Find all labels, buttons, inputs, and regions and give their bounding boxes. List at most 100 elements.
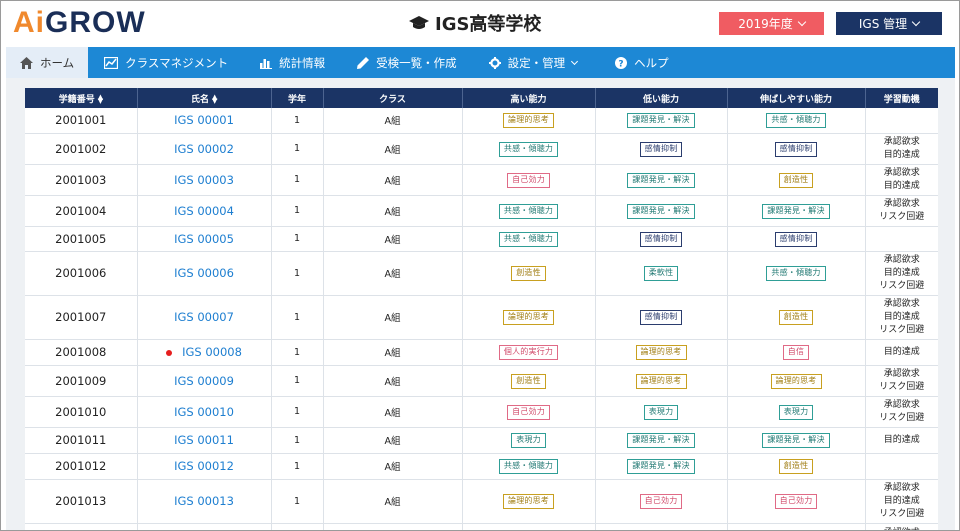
ability-high-cell: 論理的思考 [462, 295, 596, 340]
motive-cell: 承認欲求 目的達成 リスク回避 [865, 479, 938, 524]
student-name-cell[interactable]: IGS 00010 [137, 396, 272, 428]
nav-exam-list[interactable]: 受検一覧・作成 [339, 47, 471, 78]
nav-settings-label: 設定・管理 [507, 55, 566, 70]
table-row[interactable]: 2001004 IGS 00004 1 A組 共感・傾聴力 課題発見・解決 課題発見・解決 承… [25, 195, 938, 227]
ability-badge: 共感・傾聴力 [498, 231, 559, 247]
student-name-link[interactable]: IGS 00004 [174, 204, 234, 218]
table-row[interactable]: 2001003 IGS 00003 1 A組 自己効力 課題発見・解決 創造性 承認欲求 目的… [25, 164, 938, 196]
ability-grow-cell: 自己効力 [727, 479, 866, 524]
school-title: IGS高等学校 [409, 11, 541, 35]
grade-cell: 1 [271, 427, 324, 454]
nav-home[interactable]: ホーム [6, 47, 89, 78]
col-header-high: 高い能力 [462, 88, 596, 108]
nav-settings[interactable]: 設定・管理 [471, 47, 592, 78]
admin-menu-button[interactable]: IGS 管理 [836, 12, 942, 35]
graduation-cap-icon [409, 16, 429, 29]
student-name-cell[interactable]: IGS 00012 [137, 453, 272, 480]
student-id-cell: 2001006 [25, 251, 138, 296]
table-row[interactable]: 2001010 IGS 00010 1 A組 自己効力 表現力 表現力 承認欲求 リスク回避 [25, 396, 938, 428]
table-row[interactable]: 2001002 IGS 00002 1 A組 共感・傾聴力 感情抑制 感情抑制 承認欲求 目的… [25, 133, 938, 165]
app-logo[interactable]: Ai GROW [13, 6, 146, 39]
ability-grow-cell: 課題発見・解決 [727, 195, 866, 227]
year-select-button[interactable]: 2019年度 [719, 12, 824, 35]
student-name-link[interactable]: IGS 00009 [174, 374, 234, 388]
student-id-cell: 2001012 [25, 453, 138, 480]
col-header-grade: 学年 [271, 88, 324, 108]
table-row[interactable]: 2001012 IGS 00012 1 A組 共感・傾聴力 課題発見・解決 創造性 [25, 453, 938, 480]
main-content: 学籍番号 ▲ ▼ 氏名 ▲ ▼ 学年 クラス 高い能力 低い能力 伸ばしやすい能力 学習… [6, 78, 955, 530]
ability-badge: 表現力 [643, 404, 679, 420]
table-row[interactable]: 2001001 IGS 00001 1 A組 論理的思考 課題発見・解決 共感・傾聴力 [25, 108, 938, 134]
student-id-cell: 2001004 [25, 195, 138, 227]
student-name-cell[interactable] [137, 523, 272, 530]
nav-help-label: ヘルプ [634, 55, 669, 70]
ability-high-cell: 論理的思考 [462, 479, 596, 524]
student-id-cell: 2001001 [25, 108, 138, 134]
student-name-link[interactable]: IGS 00007 [174, 310, 234, 324]
student-name-link[interactable]: IGS 00011 [174, 433, 234, 447]
table-row[interactable]: 2001013 IGS 00013 1 A組 論理的思考 自己効力 自己効力 承認欲求 目的達… [25, 479, 938, 524]
nav-statistics[interactable]: 統計情報 [242, 47, 339, 78]
table-row[interactable]: 2001007 IGS 00007 1 A組 論理的思考 感情抑制 創造性 承認欲求 目的達成… [25, 295, 938, 340]
student-name-link[interactable]: IGS 00002 [174, 142, 234, 156]
table-row[interactable]: 2001008 IGS 00008 1 A組 個人的実行力 論理的思考 自信 目的達成 [25, 339, 938, 366]
student-name-cell[interactable]: IGS 00007 [137, 295, 272, 340]
class-cell: A組 [323, 396, 463, 428]
student-name-cell[interactable]: IGS 00006 [137, 251, 272, 296]
nav-help[interactable]: ? ヘルプ [591, 47, 683, 78]
table-row[interactable]: 承認欲求 [25, 523, 938, 530]
student-name-cell[interactable]: IGS 00005 [137, 226, 272, 252]
student-id-cell: 2001002 [25, 133, 138, 165]
student-name-cell[interactable]: IGS 00009 [137, 365, 272, 397]
gear-icon [488, 56, 501, 69]
table-row[interactable]: 2001009 IGS 00009 1 A組 創造性 論理的思考 論理的思考 承認欲求 リスク… [25, 365, 938, 397]
grade-cell: 1 [271, 396, 324, 428]
student-name-link[interactable]: IGS 00012 [174, 459, 234, 473]
nav-class-management[interactable]: クラスマネジメント [88, 47, 242, 78]
ability-badge: 課題発見・解決 [627, 172, 695, 188]
class-cell: A組 [323, 108, 463, 134]
student-name-link[interactable]: IGS 00010 [174, 405, 234, 419]
class-cell: A組 [323, 453, 463, 480]
motive-cell: 承認欲求 リスク回避 [865, 365, 938, 397]
ability-badge: 創造性 [511, 266, 546, 281]
student-name-cell[interactable]: IGS 00002 [137, 133, 272, 165]
student-name-link[interactable]: IGS 00001 [174, 113, 234, 127]
ability-badge: 自己効力 [507, 172, 550, 188]
nav-class-management-label: クラスマネジメント [125, 55, 229, 70]
motive-text: 承認欲求 目的達成 リスク回避 [879, 298, 925, 335]
student-name-cell[interactable]: IGS 00008 [137, 339, 272, 366]
chevron-down-icon [911, 17, 921, 27]
student-name-cell[interactable]: IGS 00013 [137, 479, 272, 524]
table-row[interactable]: 2001006 IGS 00006 1 A組 創造性 柔軟性 共感・傾聴力 承認欲求 目的達成… [25, 251, 938, 296]
student-name-link[interactable]: IGS 00008 [182, 345, 242, 359]
student-name-link[interactable]: IGS 00013 [174, 494, 234, 508]
ability-badge: 論理的思考 [770, 373, 822, 389]
student-name-cell[interactable]: IGS 00011 [137, 427, 272, 454]
ability-low-cell: 課題発見・解決 [595, 195, 728, 227]
student-name-link[interactable]: IGS 00003 [174, 173, 234, 187]
student-name-link[interactable]: IGS 00006 [174, 266, 234, 280]
student-name-cell[interactable]: IGS 00004 [137, 195, 272, 227]
svg-text:?: ? [618, 59, 623, 69]
col-header-name[interactable]: 氏名 ▲ ▼ [137, 88, 272, 108]
ability-badge: 論理的思考 [503, 113, 554, 129]
student-name-cell[interactable]: IGS 00001 [137, 108, 272, 134]
col-header-grow: 伸ばしやすい能力 [727, 88, 866, 108]
ability-badge: 課題発見・解決 [627, 459, 695, 474]
student-name-link[interactable]: IGS 00005 [174, 232, 234, 246]
student-name-cell[interactable]: IGS 00003 [137, 164, 272, 196]
table-row[interactable]: 2001005 IGS 00005 1 A組 共感・傾聴力 感情抑制 感情抑制 [25, 226, 938, 252]
grade-cell: 1 [271, 339, 324, 366]
motive-text: 承認欲求 リスク回避 [879, 198, 925, 222]
col-header-id[interactable]: 学籍番号 ▲ ▼ [25, 88, 138, 108]
ability-badge: 感情抑制 [774, 231, 818, 247]
table-row[interactable]: 2001011 IGS 00011 1 A組 表現力 課題発見・解決 課題発見・解決 目的達成 [25, 427, 938, 454]
ability-grow-cell: 創造性 [727, 164, 866, 196]
class-cell: A組 [323, 133, 463, 165]
sort-icon: ▲ ▼ [212, 93, 218, 105]
motive-cell: 承認欲求 目的達成 リスク回避 [865, 295, 938, 340]
motive-text: 承認欲求 リスク回避 [879, 399, 925, 423]
motive-cell: 承認欲求 目的達成 [865, 133, 938, 165]
grade-cell: 1 [271, 295, 324, 340]
